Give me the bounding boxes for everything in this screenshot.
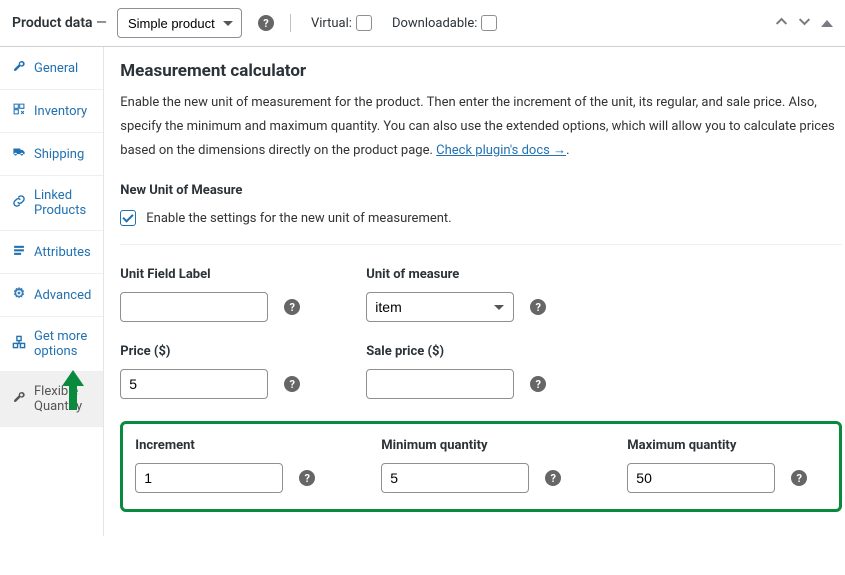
- product-type-select[interactable]: Simple product: [117, 8, 242, 38]
- section-description: Enable the new unit of measurement for t…: [120, 91, 842, 163]
- sidebar: General Inventory Shipping Linked Produc…: [0, 47, 104, 536]
- help-icon[interactable]: ?: [530, 376, 546, 392]
- panel-next-icon[interactable]: [798, 15, 811, 32]
- panel-prev-icon[interactable]: [775, 15, 788, 32]
- downloadable-toggle[interactable]: Downloadable:: [392, 15, 497, 31]
- sidebar-item-label: Inventory: [34, 104, 87, 119]
- panel-nav-controls: [775, 15, 833, 32]
- virtual-label: Virtual:: [311, 16, 352, 31]
- sidebar-item-label: Advanced: [34, 288, 91, 303]
- sidebar-item-inventory[interactable]: Inventory: [0, 90, 103, 133]
- downloadable-label: Downloadable:: [392, 16, 477, 31]
- unit-field-input[interactable]: [120, 292, 268, 322]
- sidebar-item-attributes[interactable]: Attributes: [0, 231, 103, 274]
- wrench-icon: [12, 59, 26, 77]
- field-max-qty: Maximum quantity ?: [627, 438, 827, 493]
- attributes-icon: [12, 243, 26, 261]
- gear-icon: [12, 286, 26, 304]
- panel-title-dash: —: [93, 15, 107, 31]
- help-icon[interactable]: ?: [791, 470, 807, 486]
- price-label: Price ($): [120, 344, 320, 359]
- price-input[interactable]: [120, 369, 268, 399]
- row-price: Price ($) ? Sale price ($) ?: [120, 344, 842, 399]
- sidebar-item-flexible-quantity[interactable]: Flexible Quantity: [0, 372, 103, 427]
- help-icon[interactable]: ?: [545, 470, 561, 486]
- field-increment: Increment ?: [135, 438, 335, 493]
- downloadable-checkbox[interactable]: [481, 15, 497, 31]
- panel-body: General Inventory Shipping Linked Produc…: [0, 47, 845, 536]
- field-min-qty: Minimum quantity ?: [381, 438, 581, 493]
- section-title: Measurement calculator: [120, 61, 842, 81]
- enable-checkbox[interactable]: [120, 210, 136, 226]
- separator: [120, 244, 842, 245]
- product-type-select-wrap: Simple product: [117, 8, 242, 38]
- virtual-toggle[interactable]: Virtual:: [311, 15, 372, 31]
- header-divider: [290, 14, 291, 32]
- sidebar-item-label: General: [34, 61, 78, 76]
- new-unit-heading: New Unit of Measure: [120, 183, 842, 198]
- sidebar-item-label: Linked Products: [34, 188, 91, 218]
- panel-collapse-icon[interactable]: [821, 20, 833, 27]
- inventory-icon: [12, 102, 26, 120]
- field-sale-price: Sale price ($) ?: [366, 344, 566, 399]
- sidebar-item-get-more-options[interactable]: Get more options: [0, 317, 103, 372]
- min-qty-label: Minimum quantity: [381, 438, 581, 453]
- help-icon[interactable]: ?: [284, 299, 300, 315]
- help-icon[interactable]: ?: [299, 470, 315, 486]
- unit-field-label: Unit Field Label: [120, 267, 320, 282]
- sale-price-input[interactable]: [366, 369, 514, 399]
- help-icon[interactable]: ?: [284, 376, 300, 392]
- enable-text: Enable the settings for the new unit of …: [146, 211, 451, 226]
- sale-price-label: Sale price ($): [366, 344, 566, 359]
- shipping-icon: [12, 145, 26, 163]
- docs-link[interactable]: Check plugin's docs →: [436, 143, 566, 158]
- sidebar-item-label: Get more options: [34, 329, 91, 359]
- sidebar-item-linked-products[interactable]: Linked Products: [0, 176, 103, 231]
- max-qty-input[interactable]: [627, 463, 775, 493]
- content-area: Measurement calculator Enable the new un…: [104, 47, 845, 536]
- highlight-box: Increment ? Minimum quantity ? Maximum q…: [120, 421, 842, 512]
- help-icon[interactable]: ?: [530, 299, 546, 315]
- field-unit-label: Unit Field Label ?: [120, 267, 320, 322]
- docs-suffix: .: [566, 143, 569, 158]
- sidebar-item-label: Shipping: [34, 147, 84, 162]
- extensions-icon: [12, 335, 26, 353]
- panel-header: Product data — Simple product ? Virtual:…: [0, 0, 845, 47]
- sidebar-item-general[interactable]: General: [0, 47, 103, 90]
- sidebar-item-shipping[interactable]: Shipping: [0, 133, 103, 176]
- field-price: Price ($) ?: [120, 344, 320, 399]
- sidebar-item-advanced[interactable]: Advanced: [0, 274, 103, 317]
- panel-title: Product data —: [12, 15, 107, 31]
- panel-title-text: Product data: [12, 15, 93, 31]
- min-qty-input[interactable]: [381, 463, 529, 493]
- max-qty-label: Maximum quantity: [627, 438, 827, 453]
- row-unit: Unit Field Label ? Unit of measure item …: [120, 267, 842, 322]
- enable-row[interactable]: Enable the settings for the new unit of …: [120, 210, 842, 226]
- pointer-arrow-icon: [62, 370, 84, 414]
- wrench-icon: [12, 390, 26, 408]
- help-icon[interactable]: ?: [258, 15, 274, 31]
- header-toggles: Virtual: Downloadable:: [290, 14, 497, 32]
- virtual-checkbox[interactable]: [356, 15, 372, 31]
- link-icon: [12, 194, 26, 212]
- field-unit-of-measure: Unit of measure item ?: [366, 267, 566, 322]
- unit-of-measure-select[interactable]: item: [366, 292, 514, 322]
- increment-label: Increment: [135, 438, 335, 453]
- increment-input[interactable]: [135, 463, 283, 493]
- sidebar-item-label: Attributes: [34, 245, 91, 260]
- unit-of-measure-label: Unit of measure: [366, 267, 566, 282]
